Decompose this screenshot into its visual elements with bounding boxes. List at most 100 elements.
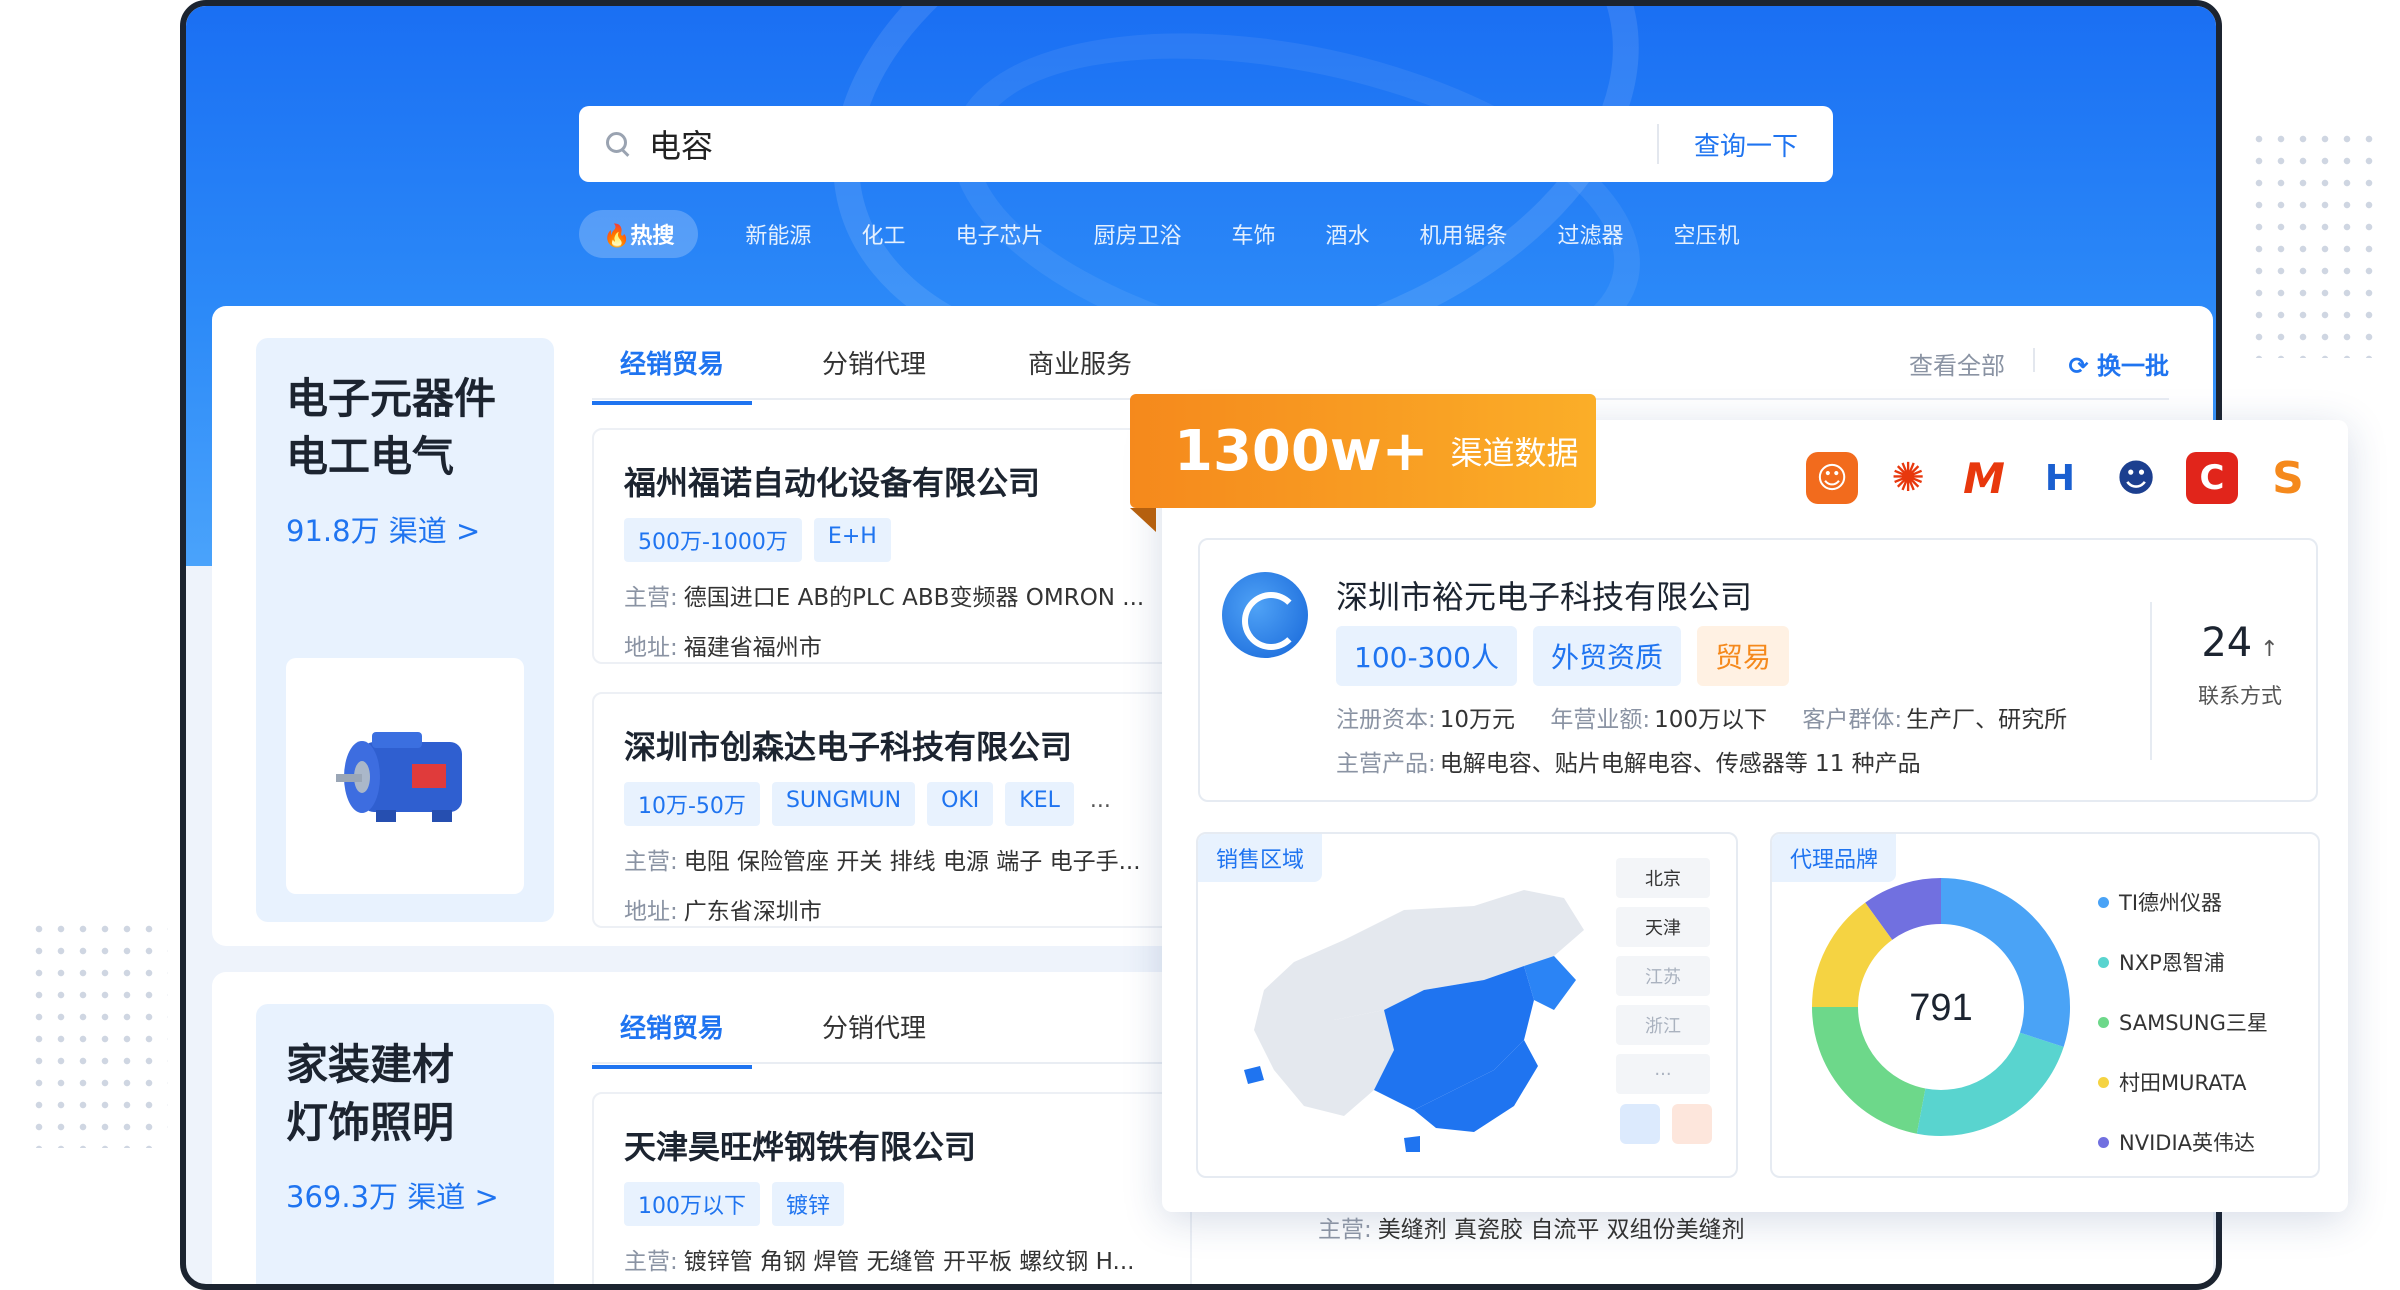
badge-number: 1300w+ [1174, 418, 1429, 484]
field-value: 福建省福州市 [683, 635, 822, 661]
section-tabs: 经销贸易 分销代理 商业服务 [592, 344, 1214, 405]
hot-search-item[interactable]: 新能源 [745, 218, 811, 250]
category-title: 灯饰照明 [286, 1098, 455, 1147]
search-icon [605, 131, 631, 157]
legend-label: TI德州仪器 [2119, 891, 2223, 915]
tab-business-services[interactable]: 商业服务 [1028, 344, 1132, 405]
field-value: 电解电容、贴片电解电容、传感器等 11 种产品 [1439, 751, 1921, 777]
legend-label: 村田MURATA [2119, 1071, 2247, 1095]
donut-slice [1916, 1031, 2064, 1136]
product-image-motor [286, 658, 524, 894]
donut-slice [1865, 878, 1942, 941]
tab-distribution-trade[interactable]: 经销贸易 [592, 1008, 753, 1069]
category-title: 家装建材 [286, 1040, 455, 1089]
m-logo-icon: M [1963, 453, 2005, 503]
field-label: 年营业额: [1550, 707, 1651, 733]
refresh-button[interactable]: ⟳ 换一批 [2069, 346, 2169, 381]
company-tag: SUNGMUN [771, 782, 916, 826]
c-logo-icon: C [2186, 452, 2238, 504]
china-map [1244, 890, 1584, 1152]
hot-search-item[interactable]: 厨房卫浴 [1093, 218, 1181, 250]
hot-search-item[interactable]: 车饰 [1231, 218, 1275, 250]
field-value: 美缝剂 真瓷胶 自流平 双组份美缝剂 [1377, 1217, 1745, 1243]
region-item[interactable]: 北京 [1616, 858, 1710, 898]
s-logo-icon: S [2272, 452, 2304, 504]
company-tag-more: ... [1089, 788, 1111, 813]
legend-item: NXP恩智浦 [2098, 932, 2268, 992]
hot-search-label: 热搜 [630, 224, 675, 249]
field-label: 注册资本: [1336, 707, 1436, 733]
hot-search-item[interactable]: 酒水 [1326, 218, 1370, 250]
category-channel-count[interactable]: 91.8万 渠道 > [286, 508, 524, 550]
contact-info[interactable]: 24 ↑ 联系方式 [2160, 620, 2320, 710]
field-value: 电阻 保险管座 开关 排线 电源 端子 电子手... [683, 849, 1141, 875]
field-value: 德国进口E AB的PLC ABB变频器 OMRON ... [683, 585, 1145, 611]
donut-slice [1812, 902, 1893, 1008]
legend-item: TI德州仪器 [2098, 872, 2268, 932]
company-card[interactable]: 天津昊旺烨钢铁有限公司 100万以下 镀锌 主营: 镀锌管 角钢 焊管 无缝管 开… [592, 1092, 1192, 1284]
company-tag: 镀锌 [772, 1182, 845, 1226]
field-label: 主营产品: [1336, 751, 1436, 777]
tab-distribution-trade[interactable]: 经销贸易 [592, 344, 753, 405]
search-button[interactable]: 查询一下 [1659, 126, 1833, 163]
hot-search-item[interactable]: 过滤器 [1558, 218, 1624, 250]
company-main-business: 主营: 镀锌管 角钢 焊管 无缝管 开平板 螺纹钢 H... [624, 1242, 1160, 1276]
company-tag: 100-300人 [1336, 626, 1517, 686]
company-tags: 10万-50万 SUNGMUN OKI KEL ... [624, 782, 1160, 826]
company-name: 深圳市创森达电子科技有限公司 [624, 728, 1073, 766]
company-card[interactable]: 福州福诺自动化设备有限公司 500万-1000万 E+H 主营: 德国进口E AB… [592, 428, 1192, 664]
channel-count-badge: 1300w+ 渠道数据 [1130, 394, 1596, 508]
donut-total: 791 [1909, 987, 1972, 1029]
map-toggle-icon[interactable] [1672, 1104, 1712, 1144]
hot-search-item[interactable]: 空压机 [1674, 218, 1740, 250]
region-item[interactable]: 江苏 [1616, 956, 1710, 996]
company-name: 天津昊旺烨钢铁有限公司 [624, 1128, 977, 1166]
region-item[interactable]: 天津 [1616, 907, 1710, 947]
tab-agency[interactable]: 分销代理 [822, 344, 926, 405]
vertical-divider [2150, 602, 2152, 760]
hot-search-item[interactable]: 机用锯条 [1420, 218, 1508, 250]
tab-agency[interactable]: 分销代理 [822, 1008, 926, 1069]
field-value: 10万元 [1439, 707, 1516, 733]
field-label: 客户群体: [1802, 707, 1903, 733]
category-card[interactable]: 电子元器件 电工电气 91.8万 渠道 > [256, 338, 554, 922]
field-value: 镀锌管 角钢 焊管 无缝管 开平板 螺纹钢 H... [683, 1249, 1135, 1275]
badge-label: 渠道数据 [1450, 434, 1579, 472]
field-label: 主营: [1318, 1217, 1372, 1243]
category-card[interactable]: 家装建材 灯饰照明 369.3万 渠道 > [256, 1004, 554, 1284]
company-tag: 外贸资质 [1533, 626, 1682, 686]
globe-icon[interactable] [1620, 1104, 1660, 1144]
category-channel-count[interactable]: 369.3万 渠道 > [286, 1174, 524, 1216]
decorative-dots-right [2248, 128, 2380, 358]
company-tags: 500万-1000万 E+H [624, 518, 1160, 562]
search-bar: 电容 查询一下 [579, 106, 1833, 182]
company-tag: 贸易 [1697, 626, 1790, 686]
company-tag: 100万以下 [624, 1182, 760, 1226]
category-title: 电工电气 [286, 432, 455, 481]
field-label: 地址: [624, 899, 678, 925]
hot-search-item[interactable]: 电子芯片 [955, 218, 1043, 250]
company-address: 地址: 广东省深圳市 [624, 892, 1160, 926]
link-separator [2033, 348, 2035, 372]
hot-search-item[interactable]: 化工 [861, 218, 905, 250]
view-all-link[interactable]: 查看全部 [1909, 346, 2005, 381]
company-tags: 100万以下 镀锌 [624, 1182, 1160, 1226]
field-label: 主营: [624, 585, 678, 611]
contact-label: 联系方式 [2198, 684, 2282, 708]
legend-item: 村田MURATA [2098, 1052, 2268, 1112]
search-input[interactable]: 电容 [649, 121, 1657, 167]
company-tag: KEL [1005, 782, 1074, 826]
section-tabs: 经销贸易 分销代理 [592, 1008, 1008, 1069]
featured-company-card[interactable]: 深圳市裕元电子科技有限公司 100-300人 外贸资质 贸易 注册资本: 10万元… [1198, 538, 2318, 802]
company-card[interactable]: 深圳市创森达电子科技有限公司 10万-50万 SUNGMUN OKI KEL .… [592, 692, 1192, 928]
fire-icon: 🔥 [603, 224, 631, 249]
hot-search-bar: 🔥热搜 新能源 化工 电子芯片 厨房卫浴 车饰 酒水 机用锯条 过滤器 空压机 [579, 210, 1765, 258]
region-more[interactable]: ··· [1616, 1054, 1710, 1094]
company-meta: 注册资本: 10万元 年营业额: 100万以下 客户群体: 生产厂、研究所 [1336, 700, 2067, 734]
legend-dot [2098, 1076, 2109, 1088]
region-item[interactable]: 浙江 [1616, 1005, 1710, 1045]
company-logo-icon [1222, 572, 1308, 658]
company-tag: E+H [813, 518, 891, 562]
legend-item: NVIDIA英伟达 [2098, 1112, 2268, 1172]
refresh-icon: ⟳ [2068, 352, 2097, 380]
